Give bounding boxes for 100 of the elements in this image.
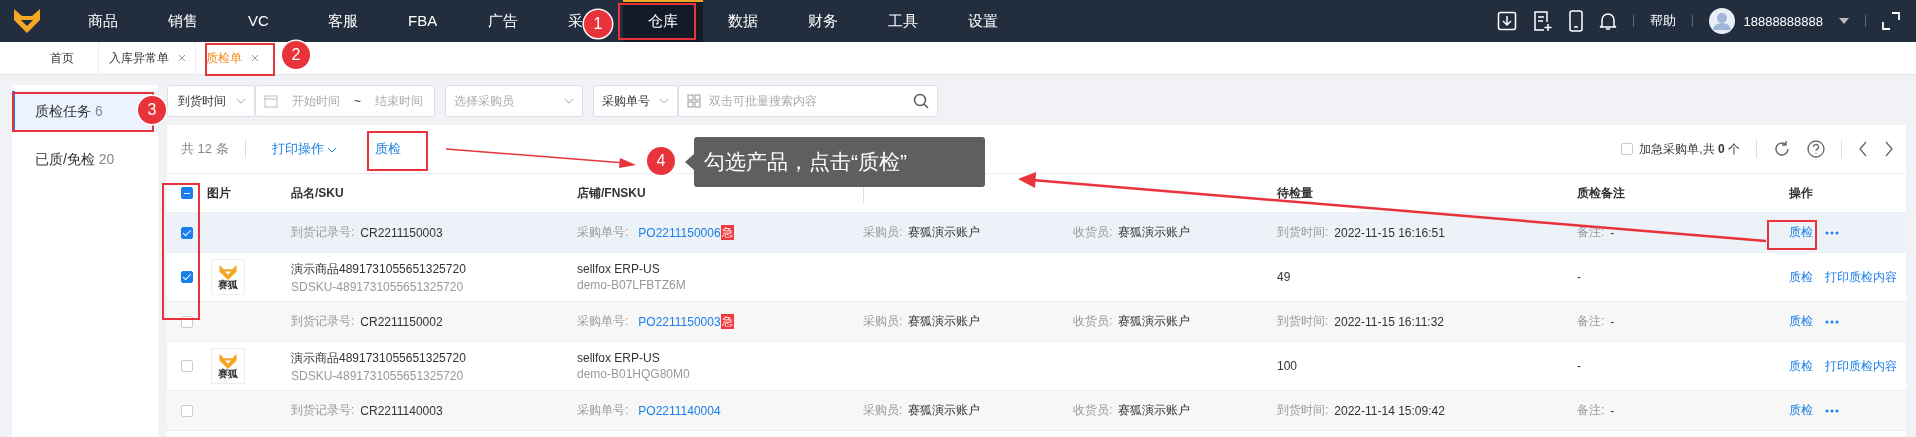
column-header: 店铺/FNSKU xyxy=(577,184,646,202)
urgent-tag: 急 xyxy=(720,314,734,329)
record-number: CR2211150003 xyxy=(360,225,443,240)
nav-item[interactable]: 广告 xyxy=(488,11,518,31)
row-checkbox[interactable] xyxy=(181,360,193,372)
action-link[interactable]: 打印质检内容 xyxy=(1825,268,1897,286)
print-menu[interactable]: 打印操作 xyxy=(271,140,338,158)
field-label: 采购单号: xyxy=(577,224,629,241)
tab-label: 入库异常单 xyxy=(109,49,169,67)
caret-icon[interactable] xyxy=(1839,18,1849,24)
receiver-name: 赛狐演示账户 xyxy=(1118,313,1191,330)
avatar-icon[interactable] xyxy=(1709,8,1736,34)
field-label: 收货员: xyxy=(1073,313,1113,330)
sidebar-item[interactable]: 已质/免检 20 xyxy=(12,139,158,179)
store-name: sellfox ERP-US xyxy=(577,262,660,276)
column-header: 待检量 xyxy=(1277,184,1313,202)
note-text: - xyxy=(1610,314,1615,329)
previous-icon[interactable] xyxy=(1858,141,1868,157)
date-range-field[interactable]: 开始时间 ~ 结束时间 xyxy=(255,85,435,117)
note-text: - xyxy=(1610,225,1615,240)
field-label: 备注: xyxy=(1577,313,1605,330)
field-label: 采购员: xyxy=(863,224,903,241)
qc-button[interactable]: 质检 xyxy=(375,140,402,158)
nav-item[interactable]: 销售 xyxy=(168,11,198,31)
thumbnail-caption: 赛狐 xyxy=(218,368,238,379)
user-name[interactable]: 18888888888 xyxy=(1743,13,1823,29)
more-icon[interactable] xyxy=(1825,319,1839,324)
po-link[interactable]: PO2211150003 xyxy=(638,314,721,329)
search-type-select[interactable]: 采购单号 xyxy=(593,85,678,117)
field-label: 收货员: xyxy=(1073,224,1113,241)
more-icon[interactable] xyxy=(1825,408,1839,413)
field-label: 采购单号: xyxy=(577,313,629,330)
add-document-icon[interactable] xyxy=(1533,10,1554,32)
bell-icon[interactable] xyxy=(1599,11,1618,31)
arrival-time: 2022-11-15 16:11:32 xyxy=(1334,314,1444,329)
po-link[interactable]: PO2211150006 xyxy=(638,225,721,240)
callout-pointer-icon xyxy=(685,154,694,170)
sku-text: SDSKU-4891731055651325720 xyxy=(291,279,464,294)
fullscreen-icon[interactable] xyxy=(1882,12,1900,30)
caret-icon xyxy=(236,98,246,104)
page-tab[interactable]: 入库异常单 xyxy=(98,41,195,75)
select-all-checkbox[interactable] xyxy=(181,187,193,199)
nav-item[interactable]: 数据 xyxy=(728,11,758,31)
refresh-icon[interactable] xyxy=(1773,140,1791,158)
page-tab[interactable]: 首页 xyxy=(40,41,98,75)
nav-item[interactable]: 设置 xyxy=(968,11,998,31)
field-label: 备注: xyxy=(1577,402,1605,419)
receiver-name: 赛狐演示账户 xyxy=(1118,224,1191,241)
column-header: 品名/SKU xyxy=(291,184,344,202)
action-link[interactable]: 质检 xyxy=(1789,268,1813,286)
buyer-name: 赛狐演示账户 xyxy=(908,402,981,419)
row-checkbox[interactable] xyxy=(181,404,193,417)
qc-link[interactable]: 质检 xyxy=(1789,224,1813,241)
help-link[interactable]: 帮助 xyxy=(1650,12,1677,30)
highlight-frame xyxy=(1767,220,1817,250)
search-icon[interactable] xyxy=(913,93,929,109)
nav-item[interactable]: VC xyxy=(248,11,269,31)
caret-icon xyxy=(327,147,338,153)
next-icon[interactable] xyxy=(1884,141,1894,157)
qc-link[interactable]: 质检 xyxy=(1789,313,1813,330)
field-label: 采购员: xyxy=(863,313,903,330)
fnsku-text: demo-B01HQG80M0 xyxy=(577,367,690,381)
help-icon[interactable] xyxy=(1807,140,1825,158)
highlight-frame xyxy=(367,131,428,171)
total-count: 共 12 条 xyxy=(181,140,229,158)
row-checkbox[interactable] xyxy=(181,226,193,239)
qc-link[interactable]: 质检 xyxy=(1789,402,1813,419)
product-name: 演示商品4891731055651325720 xyxy=(291,349,466,367)
field-label: 收货员: xyxy=(1073,402,1113,419)
nav-item[interactable]: 采 xyxy=(568,11,583,31)
download-icon[interactable] xyxy=(1497,11,1518,31)
nav-item[interactable]: 工具 xyxy=(888,11,918,31)
close-icon[interactable] xyxy=(252,55,258,61)
store-name: sellfox ERP-US xyxy=(577,351,660,365)
step-badge: 2 xyxy=(282,41,310,69)
action-link[interactable]: 质检 xyxy=(1789,357,1813,375)
urgent-tag: 急 xyxy=(720,225,734,240)
pending-quantity: 100 xyxy=(1277,359,1298,373)
field-label: 到货时间: xyxy=(1277,224,1329,241)
row-checkbox[interactable] xyxy=(181,271,193,283)
mobile-icon[interactable] xyxy=(1569,10,1584,32)
pending-quantity: 49 xyxy=(1277,270,1291,284)
buyer-name: 赛狐演示账户 xyxy=(908,313,981,330)
fox-logo-icon[interactable] xyxy=(12,8,41,34)
nav-item[interactable]: FBA xyxy=(408,11,438,31)
nav-item[interactable]: 财务 xyxy=(808,11,838,31)
more-icon[interactable] xyxy=(1825,230,1839,235)
step-badge: 4 xyxy=(647,147,675,175)
product-name: 演示商品4891731055651325720 xyxy=(291,260,466,278)
urgent-checkbox[interactable] xyxy=(1621,143,1634,155)
action-link[interactable]: 打印质检内容 xyxy=(1825,357,1897,375)
nav-item[interactable]: 客服 xyxy=(328,11,358,31)
close-icon[interactable] xyxy=(179,55,185,61)
field-label: 到货记录号: xyxy=(291,402,355,419)
arrival-time: 2022-11-14 15:09:42 xyxy=(1334,403,1445,418)
column-header: 操作 xyxy=(1789,184,1813,202)
nav-item[interactable]: 商品 xyxy=(88,11,118,31)
time-type-select[interactable]: 到货时间 xyxy=(167,85,255,117)
po-link[interactable]: PO2211140004 xyxy=(638,403,721,418)
caret-icon xyxy=(564,98,574,104)
